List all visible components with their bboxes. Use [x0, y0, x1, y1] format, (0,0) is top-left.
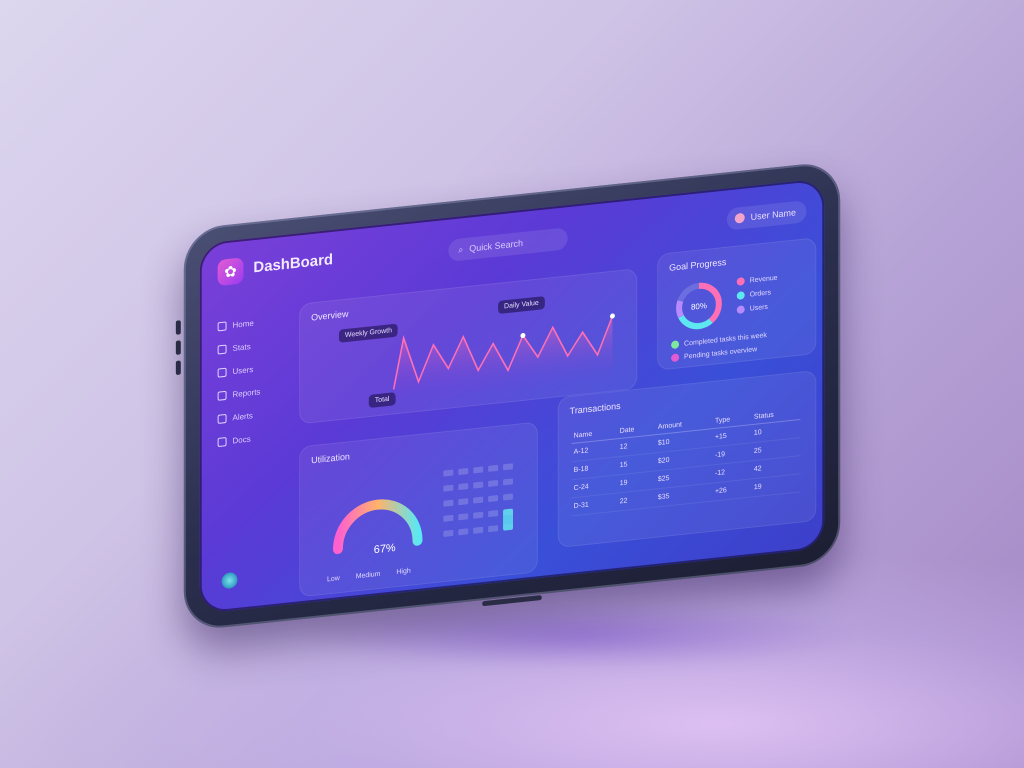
app-logo-icon[interactable]: ✿ [217, 257, 244, 287]
tablet-device: ✿ DashBoard ⌕ Quick Search User Name Hom… [175, 160, 841, 632]
bar-grid [443, 463, 513, 537]
grid-cell [488, 495, 499, 502]
sidebar-item-label: Alerts [232, 411, 253, 423]
legend-dot [736, 291, 745, 300]
bell-icon [217, 413, 227, 424]
legend-dot [736, 277, 745, 286]
grid-cell [443, 484, 454, 492]
avatar [734, 212, 745, 224]
legend-label: Low [327, 574, 340, 584]
grid-cell [503, 493, 513, 501]
grid-cell [473, 511, 484, 519]
sidebar-item-alerts[interactable]: Alerts [217, 408, 288, 424]
table-cell: 22 [617, 488, 656, 512]
table-cell: D-31 [571, 492, 618, 516]
grid-cell [473, 496, 484, 504]
legend-label: Revenue [749, 274, 778, 285]
table-cell: +26 [712, 478, 752, 502]
gauge-arc [332, 499, 423, 555]
grid-cell [458, 528, 469, 536]
flag-icon [671, 353, 680, 363]
volume-up-button[interactable] [175, 320, 181, 335]
line-point [609, 313, 615, 319]
note-text: Pending tasks overview [684, 345, 758, 361]
grid-cell [503, 478, 513, 486]
search-label: Quick Search [469, 237, 524, 254]
search-input[interactable]: ⌕ Quick Search [448, 227, 568, 262]
donut-chart: 80% [676, 282, 722, 330]
legend-item: Users [736, 303, 768, 315]
sidebar-item-label: Docs [232, 434, 251, 446]
sidebar-item-label: Home [232, 318, 254, 330]
legend-label: Medium [355, 570, 381, 581]
donut-chart-card: Goal Progress 80% Revenue Orders Users C… [657, 237, 817, 371]
gauge-chart: 67% [332, 499, 423, 556]
grid-cell [473, 481, 484, 489]
sidebar-item-users[interactable]: Users [217, 361, 288, 378]
grid-cell [488, 510, 499, 518]
screen: ✿ DashBoard ⌕ Quick Search User Name Hom… [199, 178, 825, 614]
file-icon [217, 390, 227, 401]
home-icon [217, 321, 227, 332]
user-name: User Name [750, 207, 796, 223]
doc-icon [217, 437, 227, 448]
grid-cell [473, 526, 484, 534]
grid-cell [458, 498, 469, 506]
grid-cell [443, 514, 454, 522]
sidebar: Home Stats Users Reports Alerts Docs [217, 315, 288, 448]
settings-icon[interactable] [221, 571, 238, 590]
sidebar-item-home[interactable]: Home [217, 315, 288, 332]
users-icon [217, 367, 227, 378]
grid-cell [443, 499, 454, 507]
grid-cell [473, 466, 484, 474]
grid-cell [458, 483, 469, 491]
table-cell: 19 [751, 473, 801, 497]
grid-cell [503, 463, 513, 471]
grid-cell [443, 529, 454, 537]
legend-item: Revenue [736, 274, 778, 286]
grid-cell [488, 480, 499, 487]
search-icon: ⌕ [458, 243, 464, 255]
side-buttons [175, 320, 184, 381]
gauge-card: Utilization 67% Low Medium High [299, 421, 538, 598]
legend-label: High [396, 567, 411, 577]
donut-center-label: 80% [691, 301, 707, 312]
sidebar-item-label: Users [232, 364, 254, 377]
gauge-legend: Low Medium High [327, 568, 411, 584]
chart-icon [217, 344, 227, 355]
card-title: Transactions [569, 400, 621, 417]
gauge-value: 67% [374, 542, 396, 556]
legend-item: Orders [736, 288, 771, 300]
grid-cell [458, 513, 469, 521]
sidebar-item-docs[interactable]: Docs [217, 431, 288, 448]
table-card: Transactions Name Date Amount Type Statu… [557, 370, 817, 549]
legend-label: Users [749, 303, 768, 313]
check-icon [671, 340, 680, 350]
user-menu[interactable]: User Name [726, 200, 807, 231]
sidebar-item-label: Stats [232, 342, 251, 353]
grid-cell [458, 468, 469, 475]
legend-dot [736, 305, 745, 315]
card-title: Utilization [311, 451, 350, 466]
grid-cell [488, 525, 499, 533]
grid-cell [443, 469, 454, 477]
sidebar-item-label: Reports [232, 387, 261, 400]
app-title: DashBoard [253, 250, 334, 277]
data-table: Name Date Amount Type Status A-12 12 $10… [571, 405, 801, 517]
power-button[interactable] [175, 360, 181, 376]
sidebar-item-reports[interactable]: Reports [217, 384, 288, 401]
legend-label: Orders [749, 288, 771, 299]
sidebar-item-stats[interactable]: Stats [217, 338, 288, 355]
volume-down-button[interactable] [175, 340, 181, 355]
card-title: Goal Progress [669, 256, 727, 273]
grid-cell [488, 464, 499, 472]
grid-highlight [503, 508, 513, 531]
